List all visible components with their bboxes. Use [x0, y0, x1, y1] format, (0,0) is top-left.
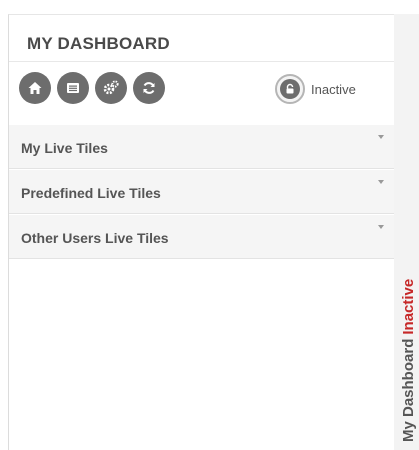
list-icon — [67, 83, 79, 93]
section-other-users-live-tiles[interactable]: Other Users Live Tiles — [9, 215, 394, 259]
section-label: Predefined Live Tiles — [21, 185, 161, 201]
side-tab-status: Inactive — [400, 278, 417, 335]
lock-icon — [280, 79, 300, 99]
dashboard-side-tab[interactable]: My Dashboard Inactive — [394, 14, 419, 450]
side-tab-text: My Dashboard Inactive — [396, 14, 419, 450]
caret-down-icon — [378, 225, 384, 229]
refresh-icon — [143, 82, 155, 94]
dashboard-frame: MY DASHBOARD Inactive My Live Tiles Pred… — [0, 0, 419, 450]
side-tab-label: My Dashboard — [400, 338, 417, 442]
dashboard-panel: MY DASHBOARD Inactive My Live Tiles Pred… — [8, 14, 394, 450]
lock-toggle[interactable] — [275, 74, 305, 104]
lock-status-label: Inactive — [311, 82, 356, 97]
home-button[interactable] — [19, 72, 51, 104]
settings-button[interactable] — [95, 72, 127, 104]
list-button[interactable] — [57, 72, 89, 104]
caret-down-icon — [378, 135, 384, 139]
section-label: My Live Tiles — [21, 140, 108, 156]
dashboard-title: MY DASHBOARD — [27, 34, 170, 53]
settings-icon — [103, 80, 119, 95]
section-label: Other Users Live Tiles — [21, 230, 169, 246]
title-divider — [9, 61, 394, 62]
caret-down-icon — [378, 180, 384, 184]
refresh-button[interactable] — [133, 72, 165, 104]
section-predefined-live-tiles[interactable]: Predefined Live Tiles — [9, 170, 394, 214]
home-icon — [28, 82, 42, 94]
section-my-live-tiles[interactable]: My Live Tiles — [9, 125, 394, 169]
